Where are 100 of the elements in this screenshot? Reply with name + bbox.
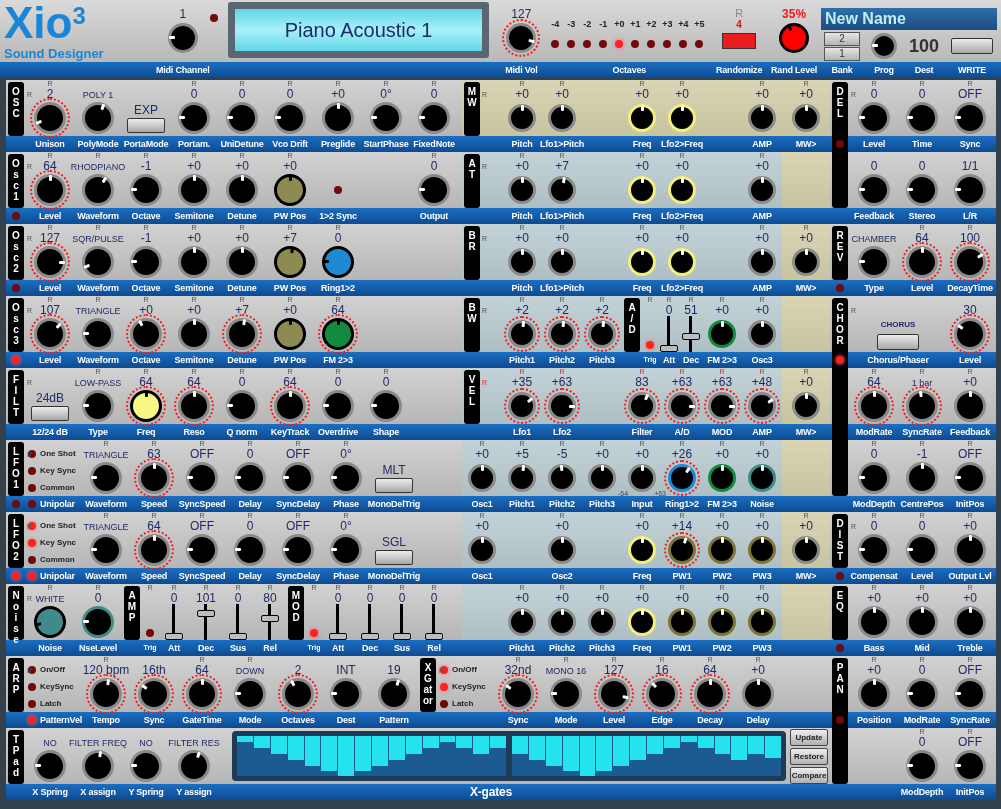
- knob[interactable]: [954, 678, 986, 710]
- knob[interactable]: [370, 390, 402, 422]
- action-button[interactable]: Update: [790, 729, 828, 746]
- knob[interactable]: [548, 536, 576, 564]
- knob[interactable]: [954, 174, 986, 206]
- knob[interactable]: [138, 678, 170, 710]
- knob[interactable]: [130, 390, 162, 422]
- knob[interactable]: [858, 246, 890, 278]
- knob[interactable]: [748, 104, 776, 132]
- knob[interactable]: [858, 174, 890, 206]
- knob[interactable]: [954, 102, 986, 134]
- knob[interactable]: [508, 320, 536, 348]
- action-button[interactable]: Restore: [790, 748, 828, 765]
- knob[interactable]: [34, 246, 66, 278]
- knob[interactable]: [82, 174, 114, 206]
- knob[interactable]: [82, 102, 114, 134]
- slider-handle[interactable]: [165, 633, 183, 640]
- knob[interactable]: [186, 534, 218, 566]
- knob[interactable]: [322, 318, 354, 350]
- knob[interactable]: [178, 318, 210, 350]
- knob[interactable]: [234, 534, 266, 566]
- knob[interactable]: [82, 318, 114, 350]
- slider-handle[interactable]: [329, 633, 347, 640]
- knob[interactable]: [708, 464, 736, 492]
- knob[interactable]: [82, 390, 114, 422]
- knob[interactable]: [226, 318, 258, 350]
- randomize-button[interactable]: [722, 33, 757, 49]
- knob[interactable]: [130, 318, 162, 350]
- knob[interactable]: [548, 608, 576, 636]
- slider-handle[interactable]: [261, 614, 279, 622]
- knob[interactable]: [502, 678, 534, 710]
- knob[interactable]: [779, 23, 810, 53]
- knob[interactable]: [906, 102, 938, 134]
- knob[interactable]: [418, 174, 450, 206]
- knob[interactable]: [468, 464, 496, 492]
- knob[interactable]: [548, 464, 576, 492]
- knob[interactable]: [282, 678, 314, 710]
- knob[interactable]: [138, 534, 170, 566]
- knob[interactable]: [508, 104, 536, 132]
- knob[interactable]: [330, 462, 362, 494]
- knob[interactable]: [548, 248, 576, 276]
- knob[interactable]: [694, 678, 726, 710]
- knob[interactable]: [178, 750, 210, 782]
- slider-handle[interactable]: [393, 633, 411, 640]
- knob[interactable]: [748, 320, 776, 348]
- knob[interactable]: [906, 174, 938, 206]
- knob[interactable]: [508, 392, 536, 420]
- knob[interactable]: [646, 678, 678, 710]
- knob[interactable]: [130, 174, 162, 206]
- knob[interactable]: [708, 536, 736, 564]
- knob[interactable]: [90, 462, 122, 494]
- knob[interactable]: [468, 536, 496, 564]
- slider-handle[interactable]: [660, 345, 678, 352]
- knob[interactable]: [748, 464, 776, 492]
- knob[interactable]: [186, 462, 218, 494]
- toggle-button[interactable]: [127, 117, 165, 133]
- slider-handle[interactable]: [229, 633, 247, 640]
- knob[interactable]: [186, 678, 218, 710]
- knob[interactable]: [34, 318, 66, 350]
- knob[interactable]: [906, 246, 938, 278]
- knob[interactable]: [748, 536, 776, 564]
- knob[interactable]: [708, 320, 736, 348]
- bank-button[interactable]: 1: [824, 46, 860, 61]
- knob[interactable]: [226, 102, 258, 134]
- knob[interactable]: [708, 392, 736, 420]
- knob[interactable]: [548, 176, 576, 204]
- knob[interactable]: [130, 246, 162, 278]
- knob[interactable]: [34, 174, 66, 206]
- toggle-button[interactable]: [877, 333, 919, 350]
- knob[interactable]: [34, 102, 66, 134]
- knob[interactable]: [954, 606, 986, 638]
- knob[interactable]: [668, 536, 696, 564]
- knob[interactable]: [858, 462, 890, 494]
- knob[interactable]: [668, 608, 696, 636]
- knob[interactable]: [234, 462, 266, 494]
- knob[interactable]: [858, 390, 890, 422]
- knob[interactable]: [274, 174, 306, 206]
- knob[interactable]: [954, 318, 986, 350]
- knob[interactable]: [226, 174, 258, 206]
- knob[interactable]: [628, 464, 656, 492]
- knob[interactable]: [34, 750, 66, 782]
- knob[interactable]: [226, 246, 258, 278]
- knob[interactable]: [548, 320, 576, 348]
- knob[interactable]: [668, 392, 696, 420]
- knob[interactable]: [322, 102, 354, 134]
- knob[interactable]: [178, 102, 210, 134]
- knob[interactable]: [274, 102, 306, 134]
- knob[interactable]: [82, 246, 114, 278]
- knob[interactable]: [82, 750, 114, 782]
- knob[interactable]: [82, 606, 114, 638]
- knob[interactable]: [668, 464, 696, 492]
- knob[interactable]: [858, 102, 890, 134]
- knob[interactable]: [274, 246, 306, 278]
- knob[interactable]: [792, 248, 820, 276]
- knob[interactable]: [588, 320, 616, 348]
- knob[interactable]: [282, 462, 314, 494]
- action-button[interactable]: Compare: [790, 767, 828, 784]
- knob[interactable]: [954, 750, 986, 782]
- knob[interactable]: [508, 608, 536, 636]
- knob[interactable]: [178, 390, 210, 422]
